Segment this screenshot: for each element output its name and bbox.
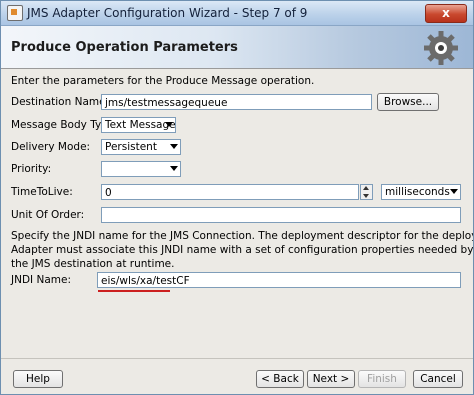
wizard-banner: Produce Operation Parameters [1, 26, 473, 69]
next-button[interactable]: Next > [307, 370, 355, 388]
wizard-content: Enter the parameters for the Produce Mes… [1, 69, 473, 358]
chevron-down-icon [165, 122, 173, 127]
page-heading: Produce Operation Parameters [11, 40, 238, 55]
unit-of-order-field[interactable] [101, 207, 461, 223]
message-body-type-select[interactable]: Text Message [101, 117, 176, 133]
help-button[interactable]: Help [13, 370, 63, 388]
window-title: JMS Adapter Configuration Wizard - Step … [27, 6, 308, 20]
time-unit-value: milliseconds [385, 186, 450, 198]
jndi-description-line-2: Adapter must associate this JNDI name wi… [11, 244, 474, 256]
time-to-live-field[interactable]: 0 [101, 184, 359, 200]
chevron-down-icon [170, 166, 178, 171]
priority-label: Priority: [11, 163, 52, 175]
jndi-description-line-1: Specify the JNDI name for the JMS Connec… [11, 230, 473, 242]
delivery-mode-select[interactable]: Persistent [101, 139, 181, 155]
finish-button[interactable]: Finish [358, 370, 406, 388]
unit-of-order-label: Unit Of Order: [11, 209, 85, 221]
chevron-down-icon [170, 144, 178, 149]
chevron-down-icon [450, 189, 458, 194]
cancel-button[interactable]: Cancel [413, 370, 463, 388]
stepper-down-icon[interactable] [363, 194, 369, 198]
app-icon [7, 5, 23, 21]
jndi-name-label: JNDI Name: [11, 274, 71, 286]
gear-icon [424, 31, 458, 65]
time-unit-select[interactable]: milliseconds [381, 184, 461, 200]
browse-button[interactable]: Browse... [377, 93, 439, 111]
priority-select[interactable] [101, 161, 181, 177]
jndi-name-field[interactable]: eis/wls/xa/testCF [97, 272, 461, 288]
time-to-live-stepper[interactable] [360, 184, 373, 200]
jndi-highlight-underline [98, 290, 170, 292]
title-bar: JMS Adapter Configuration Wizard - Step … [1, 1, 473, 26]
destination-name-label: Destination Name: [11, 96, 110, 108]
wizard-window: JMS Adapter Configuration Wizard - Step … [0, 0, 474, 395]
delivery-mode-value: Persistent [105, 141, 157, 153]
close-button[interactable]: x [425, 4, 467, 23]
delivery-mode-label: Delivery Mode: [11, 141, 91, 153]
destination-name-field[interactable]: jms/testmessagequeue [101, 94, 372, 110]
wizard-footer: Help < Back Next > Finish Cancel [1, 358, 473, 394]
time-to-live-label: TimeToLive: [11, 186, 73, 198]
intro-text: Enter the parameters for the Produce Mes… [11, 75, 315, 87]
stepper-up-icon[interactable] [363, 186, 369, 190]
jndi-description-line-3: the JMS destination at runtime. [11, 258, 175, 270]
back-button[interactable]: < Back [256, 370, 304, 388]
